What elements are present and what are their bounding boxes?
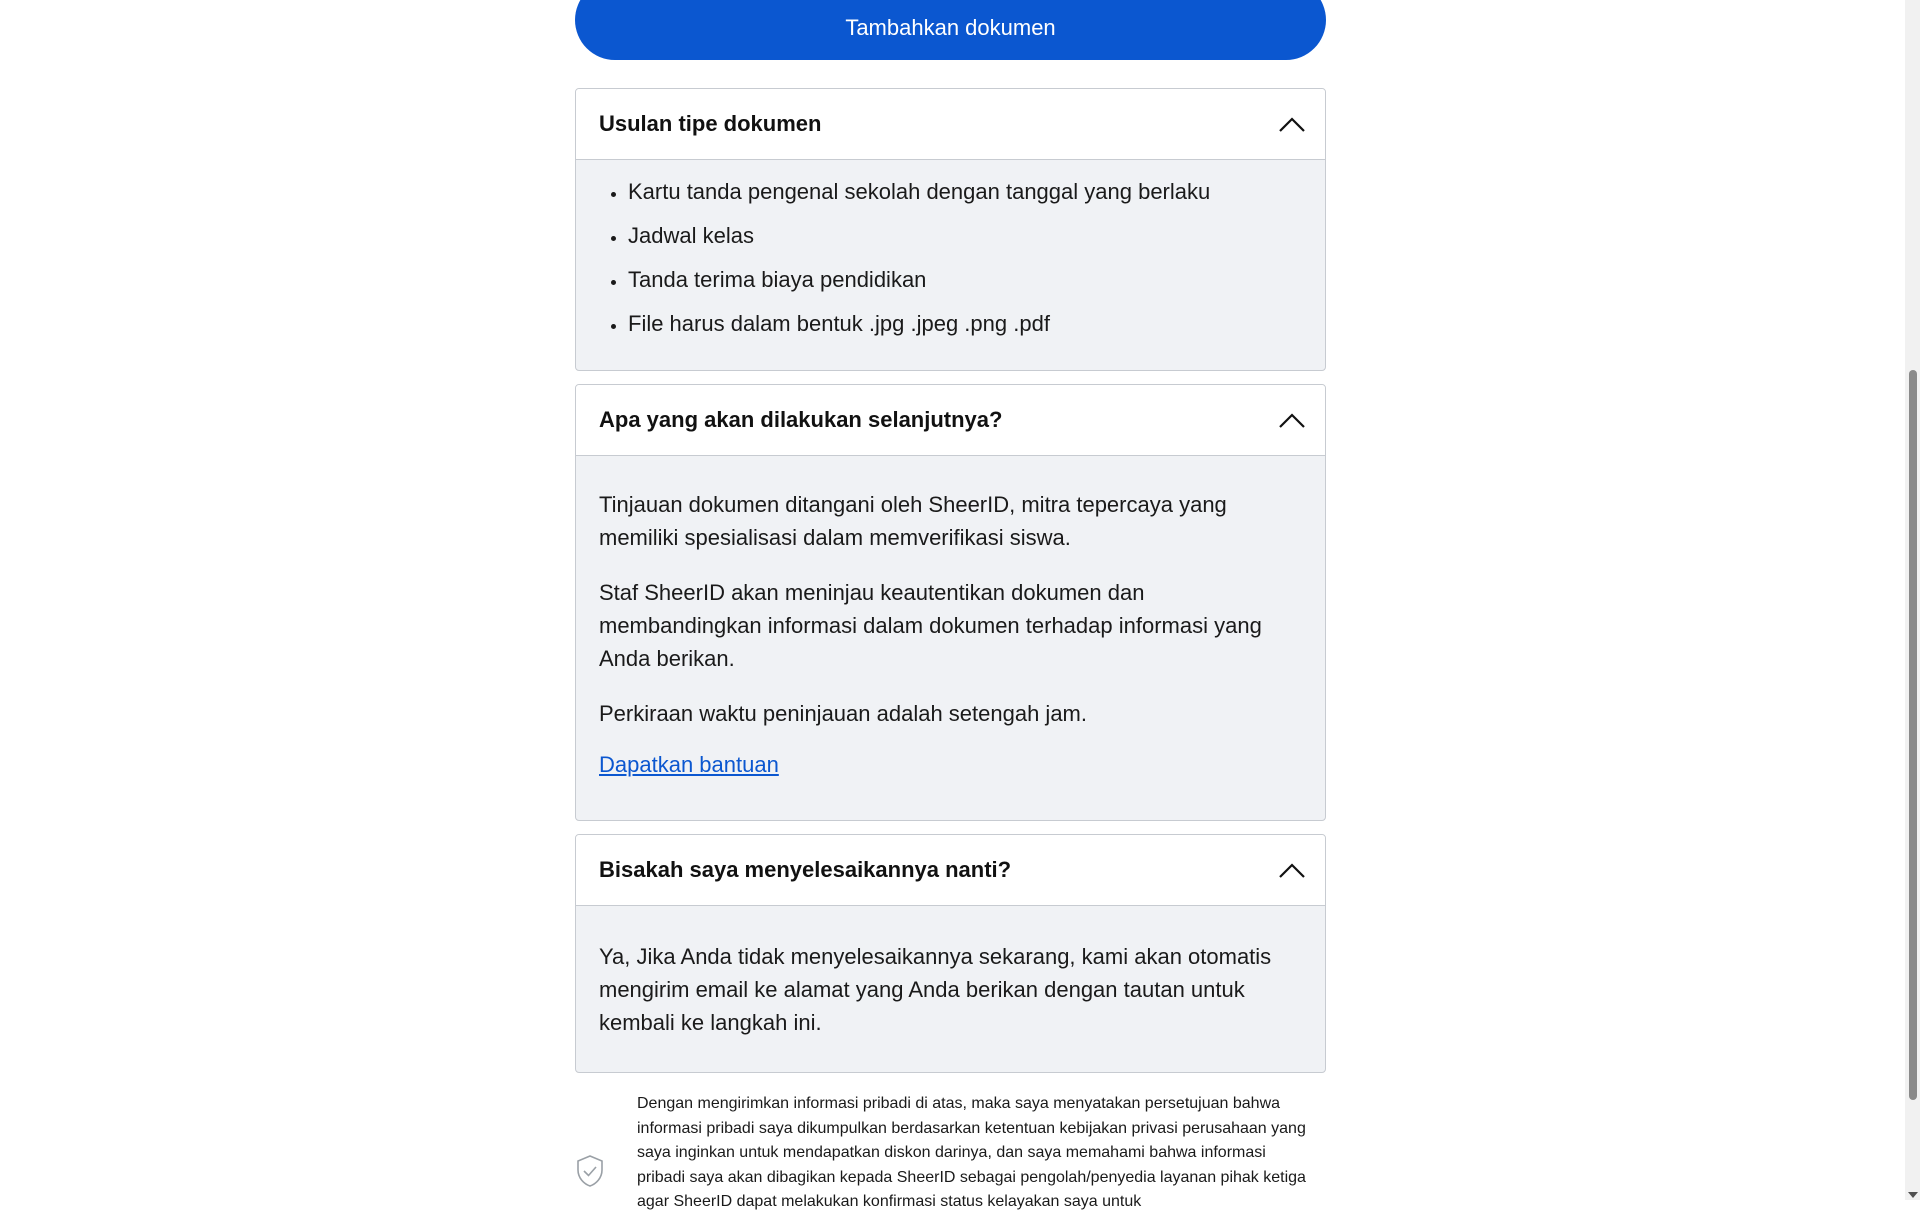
add-document-button-label: Tambahkan dokumen — [845, 15, 1056, 40]
get-help-link[interactable]: Dapatkan bantuan — [599, 752, 779, 777]
chevron-up-icon[interactable] — [1277, 410, 1307, 430]
vertical-scrollbar[interactable] — [1905, 0, 1920, 1200]
what-happens-next-body: Tinjauan dokumen ditangani oleh SheerID,… — [576, 456, 1325, 778]
list-item: Tanda terima biaya pendidikan — [628, 268, 1302, 292]
list-item: Jadwal kelas — [628, 224, 1302, 248]
scroll-down-arrow-icon[interactable] — [1908, 1192, 1918, 1198]
add-document-button[interactable]: Tambahkan dokumen — [575, 0, 1326, 60]
chevron-up-icon[interactable] — [1277, 114, 1307, 134]
finish-later-header[interactable]: Bisakah saya menyelesaikannya nanti? — [576, 835, 1325, 906]
panel-title: Apa yang akan dilakukan selanjutnya? — [599, 407, 1003, 432]
review-time-paragraph: Perkiraan waktu peninjauan adalah seteng… — [599, 701, 1087, 726]
suggested-document-types-panel: Usulan tipe dokumen Kartu tanda pengenal… — [575, 88, 1326, 371]
what-happens-next-header[interactable]: Apa yang akan dilakukan selanjutnya? — [576, 385, 1325, 456]
privacy-consent-text: Dengan mengirimkan informasi pribadi di … — [637, 1095, 1306, 1210]
list-item: Kartu tanda pengenal sekolah dengan tang… — [628, 180, 1302, 204]
review-info-paragraph: Tinjauan dokumen ditangani oleh SheerID,… — [599, 492, 1227, 550]
chevron-up-icon[interactable] — [1277, 860, 1307, 880]
suggested-document-types-header[interactable]: Usulan tipe dokumen — [576, 89, 1325, 160]
staff-review-paragraph: Staf SheerID akan meninjau keautentikan … — [599, 580, 1262, 671]
shield-check-icon — [577, 1155, 603, 1187]
what-happens-next-panel: Apa yang akan dilakukan selanjutnya? Tin… — [575, 384, 1326, 821]
scrollbar-thumb[interactable] — [1909, 370, 1917, 1100]
document-type-list: Kartu tanda pengenal sekolah dengan tang… — [599, 160, 1302, 336]
finish-later-panel: Bisakah saya menyelesaikannya nanti? Ya,… — [575, 834, 1326, 1073]
finish-later-body: Ya, Jika Anda tidak menyelesaikannya sek… — [576, 906, 1325, 1039]
finish-later-paragraph: Ya, Jika Anda tidak menyelesaikannya sek… — [599, 944, 1272, 1035]
suggested-document-types-body: Kartu tanda pengenal sekolah dengan tang… — [576, 160, 1325, 336]
list-item: File harus dalam bentuk .jpg .jpeg .png … — [628, 312, 1302, 336]
panel-title: Usulan tipe dokumen — [599, 111, 822, 136]
panel-title: Bisakah saya menyelesaikannya nanti? — [599, 857, 1012, 882]
